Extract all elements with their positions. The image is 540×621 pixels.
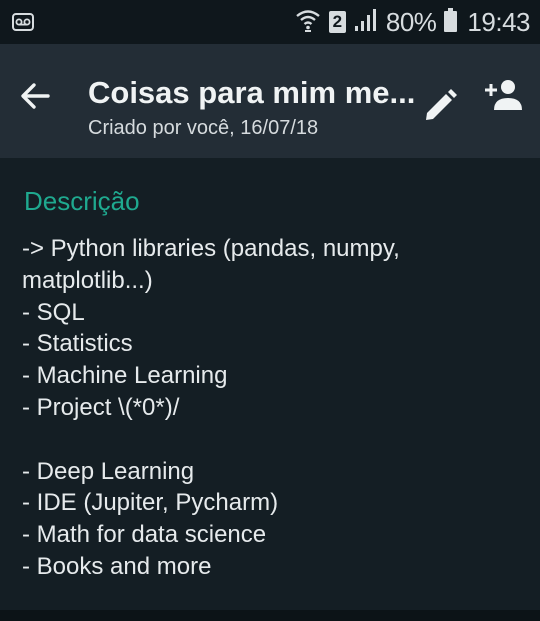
- back-arrow-icon: [21, 83, 50, 109]
- description-heading: Descrição: [24, 186, 140, 216]
- status-bar: 2 80% 19:43: [0, 0, 540, 44]
- voicemail-icon: [12, 11, 34, 33]
- sim-slot-badge: 2: [328, 11, 346, 33]
- battery-percent: 80%: [385, 6, 437, 37]
- title-block[interactable]: Coisas para mim me... Criado por você, 1…: [88, 75, 415, 140]
- status-left: [12, 11, 34, 33]
- clock: 19:43: [467, 6, 530, 37]
- add-participant-button[interactable]: [483, 78, 523, 114]
- app-header: Coisas para mim me... Criado por você, 1…: [0, 44, 540, 158]
- add-person-icon: [485, 80, 522, 110]
- bottom-divider: [0, 610, 540, 621]
- description-section: Descrição -> Python libraries (pandas, n…: [0, 158, 540, 610]
- wifi-icon: [295, 6, 321, 39]
- pencil-icon: [426, 89, 457, 120]
- battery-icon: [444, 7, 458, 37]
- group-subtitle: Criado por você, 16/07/18: [88, 117, 319, 139]
- back-button[interactable]: [18, 78, 54, 114]
- description-text: -> Python libraries (pandas, numpy, matp…: [22, 235, 400, 580]
- signal-icon: [354, 8, 378, 37]
- status-right: 2 80% 19:43: [295, 4, 530, 40]
- group-info-screen: 2 80% 19:43 Coisas para mim me... Criado…: [0, 0, 540, 621]
- group-title: Coisas para mim me...: [88, 75, 416, 110]
- edit-button[interactable]: [422, 88, 458, 124]
